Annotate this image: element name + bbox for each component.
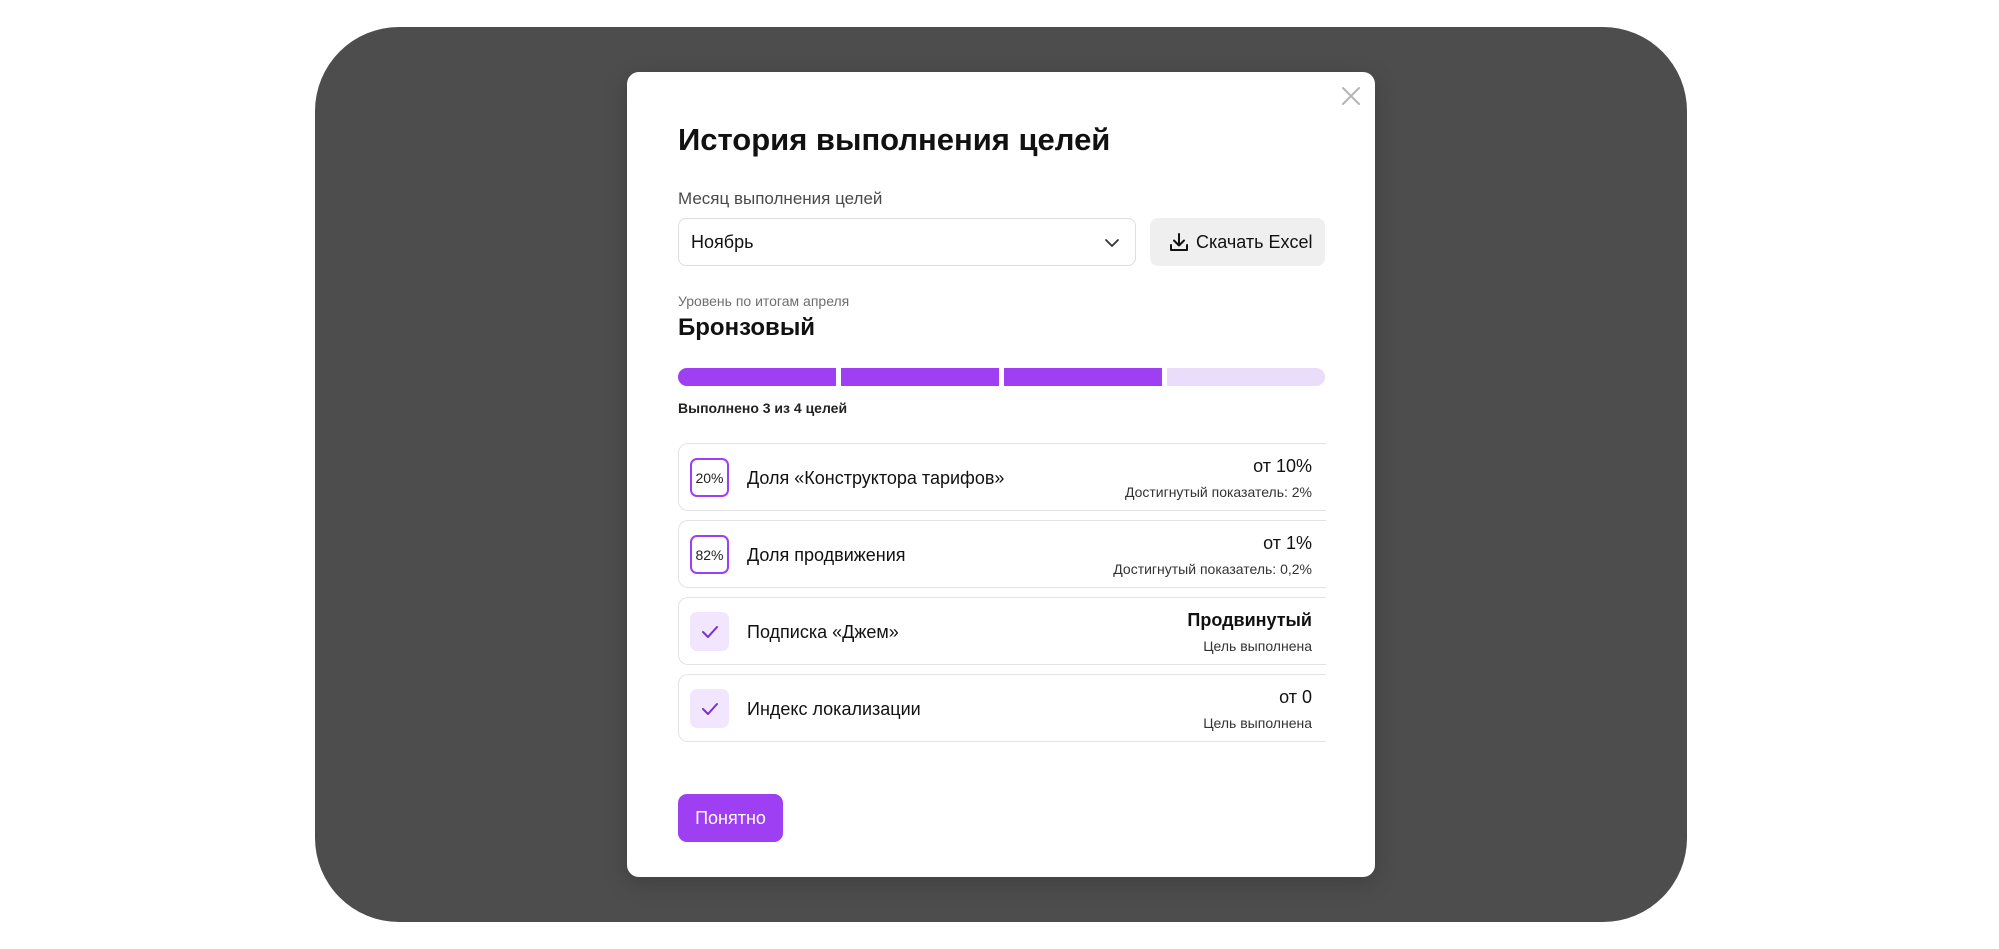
modal-title: История выполнения целей bbox=[678, 122, 1111, 157]
progress-segment bbox=[678, 368, 836, 386]
check-icon bbox=[702, 626, 718, 638]
progress-text: Выполнено 3 из 4 целей bbox=[678, 400, 848, 416]
goal-card: Подписка «Джем» Продвинутый Цель выполне… bbox=[678, 597, 1326, 665]
goal-target: от 0 bbox=[1279, 687, 1312, 707]
level-caption: Уровень по итогам апреля bbox=[678, 293, 850, 309]
goal-name: Подписка «Джем» bbox=[747, 622, 899, 642]
goal-percent-badge: 82% bbox=[690, 535, 729, 574]
goal-name: Доля продвижения bbox=[747, 545, 906, 565]
goal-done-badge bbox=[690, 612, 729, 651]
download-excel-button[interactable]: Скачать Excel bbox=[1150, 218, 1325, 266]
goal-done-badge bbox=[690, 689, 729, 728]
goal-name: Индекс локализации bbox=[747, 699, 921, 719]
goal-result: Достигнутый показатель: 0,2% bbox=[1113, 561, 1312, 577]
goal-name: Доля «Конструктора тарифов» bbox=[747, 468, 1005, 488]
check-icon bbox=[702, 703, 718, 715]
goal-card: 82% Доля продвижения от 1% Достигнутый п… bbox=[678, 520, 1326, 588]
goal-target: от 1% bbox=[1263, 533, 1312, 553]
close-icon[interactable] bbox=[1340, 85, 1362, 107]
goal-result: Достигнутый показатель: 2% bbox=[1124, 484, 1312, 500]
download-excel-label: Скачать Excel bbox=[1196, 232, 1313, 252]
level-name: Бронзовый bbox=[678, 314, 816, 341]
month-select-value: Ноябрь bbox=[691, 232, 754, 252]
goal-card: Индекс локализации от 0 Цель выполнена bbox=[678, 674, 1326, 742]
goal-target: Продвинутый bbox=[1187, 610, 1312, 630]
goal-result: Цель выполнена bbox=[1203, 715, 1312, 731]
goal-target: от 10% bbox=[1253, 456, 1312, 476]
goal-card: 20% Доля «Конструктора тарифов» от 10% Д… bbox=[678, 443, 1326, 511]
progress-segment bbox=[1004, 368, 1162, 386]
progress-segment bbox=[1167, 368, 1325, 386]
goals-progress-bar bbox=[678, 368, 1325, 386]
goal-result: Цель выполнена bbox=[1203, 638, 1312, 654]
progress-segment bbox=[841, 368, 999, 386]
goal-percent-badge: 20% bbox=[690, 458, 729, 497]
download-icon bbox=[1170, 233, 1188, 251]
month-select-label: Месяц выполнения целей bbox=[678, 189, 883, 208]
chevron-down-icon bbox=[1105, 239, 1119, 247]
month-select[interactable]: Ноябрь bbox=[678, 218, 1136, 266]
ok-button[interactable]: Понятно bbox=[678, 794, 783, 842]
